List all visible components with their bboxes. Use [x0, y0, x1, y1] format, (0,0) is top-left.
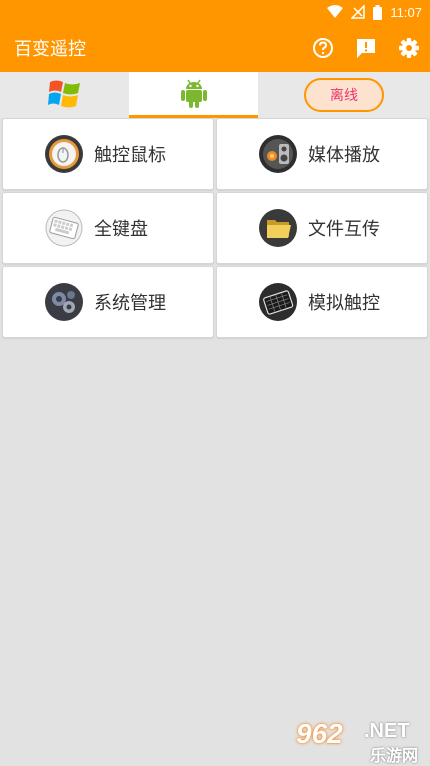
connection-status-button[interactable]: 离线	[304, 78, 384, 112]
watermark-number: 962	[296, 718, 343, 749]
feature-label: 触控鼠标	[94, 145, 166, 166]
settings-icon[interactable]	[387, 24, 430, 72]
tab-android[interactable]	[129, 72, 258, 118]
platform-tabs: 离线	[0, 72, 430, 118]
watermark-domain: .NET	[364, 720, 410, 742]
feature-touch-simulation[interactable]: 模拟触控	[216, 266, 428, 338]
touchpad-icon	[258, 282, 298, 322]
app-bar: 百变遥控	[0, 24, 430, 72]
keyboard-icon	[44, 208, 84, 248]
no-signal-icon	[351, 5, 366, 19]
android-logo-icon	[177, 76, 211, 114]
windows-logo-icon	[47, 78, 82, 112]
status-time: 11:07	[390, 4, 422, 20]
media-player-icon	[258, 134, 298, 174]
feature-label: 系统管理	[94, 293, 166, 314]
feature-label: 模拟触控	[308, 293, 380, 314]
wifi-icon	[327, 5, 344, 19]
watermark-logo: 962 .NET 乐游网	[292, 718, 428, 765]
feature-file-transfer[interactable]: 文件互传	[216, 192, 428, 264]
feedback-icon[interactable]	[344, 24, 387, 72]
feature-label: 媒体播放	[308, 145, 380, 166]
watermark-name: 乐游网	[370, 746, 419, 765]
feature-touch-mouse[interactable]: 触控鼠标	[2, 118, 214, 190]
tab-windows[interactable]	[0, 72, 129, 118]
feature-label: 文件互传	[308, 219, 380, 240]
folder-icon	[258, 208, 298, 248]
system-gears-icon	[44, 282, 84, 322]
mouse-icon	[44, 134, 84, 174]
app-title: 百变遥控	[14, 39, 86, 60]
feature-grid: 触控鼠标 媒体播放 全键盘 文件互传 系统管理 模拟触控	[2, 118, 428, 338]
battery-icon	[373, 4, 383, 20]
feature-system-management[interactable]: 系统管理	[2, 266, 214, 338]
connection-status-area: 离线	[258, 72, 430, 118]
feature-label: 全键盘	[94, 219, 148, 240]
help-icon[interactable]	[301, 24, 344, 72]
feature-full-keyboard[interactable]: 全键盘	[2, 192, 214, 264]
feature-media-player[interactable]: 媒体播放	[216, 118, 428, 190]
status-bar: 11:07	[0, 0, 430, 24]
